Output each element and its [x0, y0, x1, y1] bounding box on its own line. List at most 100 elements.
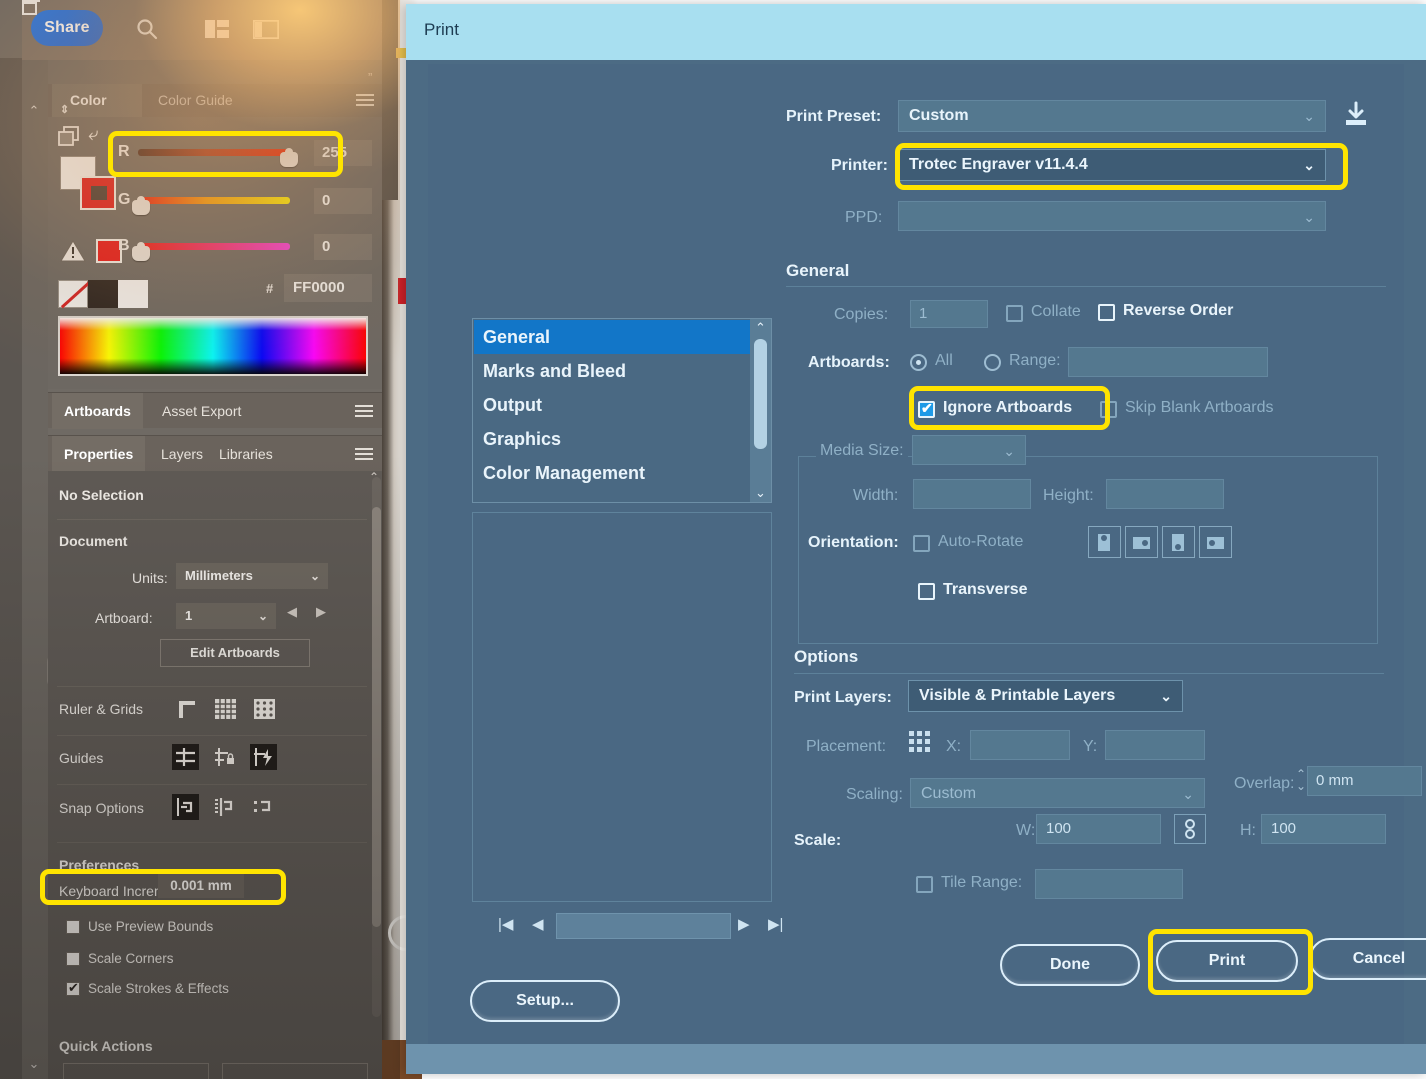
nav-scroll-thumb[interactable] — [754, 339, 767, 449]
lock-guides-icon[interactable] — [211, 744, 238, 770]
slider-track-r[interactable] — [138, 149, 290, 156]
share-button[interactable]: Share — [31, 10, 103, 46]
print-layers-select[interactable]: Visible & Printable Layers ⌄ — [908, 680, 1183, 712]
link-chain-icon[interactable] — [1174, 814, 1206, 844]
ruler-icon[interactable] — [173, 696, 200, 722]
scroll-up-icon[interactable]: ⌃ — [750, 319, 771, 337]
checkbox-box[interactable] — [66, 980, 80, 996]
radio-button[interactable] — [910, 354, 927, 371]
snap-to-grid-icon[interactable] — [172, 794, 199, 820]
tab-artboards[interactable]: Artboards — [52, 393, 143, 429]
out-of-gamut-warning-icon[interactable] — [60, 239, 86, 263]
artboard-select[interactable]: 1 ⌄ — [176, 603, 276, 629]
print-preset-select[interactable]: Custom ⌄ — [898, 100, 1326, 132]
nav-list-scrollbar[interactable]: ⌃ ⌄ — [750, 319, 771, 502]
checkbox-box[interactable] — [1006, 305, 1023, 322]
checkbox-box[interactable] — [918, 399, 935, 418]
next-page-icon[interactable]: ▶ — [738, 915, 750, 933]
setup-button[interactable]: Setup... — [470, 980, 620, 1022]
print-dialog-nav-list[interactable]: General Marks and Bleed Output Graphics … — [472, 318, 772, 503]
panel-right-icon[interactable] — [252, 19, 280, 43]
slider-value-b[interactable]: 0 — [314, 234, 372, 260]
artboards-range-input[interactable] — [1068, 347, 1268, 377]
snap-to-pixel-icon[interactable] — [250, 794, 277, 820]
white-swatch[interactable] — [118, 280, 148, 308]
checkbox-box[interactable] — [66, 952, 80, 966]
placement-grid-icon[interactable] — [908, 730, 934, 761]
prev-page-icon[interactable]: ◀ — [532, 915, 544, 933]
nav-item-general[interactable]: General — [474, 320, 752, 354]
tab-properties[interactable]: Properties — [52, 436, 146, 472]
edit-artboards-button[interactable]: Edit Artboards — [160, 639, 310, 667]
panel-layout-icon[interactable] — [205, 20, 229, 42]
artboard-next-icon[interactable]: ▶ — [316, 604, 326, 620]
scroll-down-icon[interactable]: ⌄ — [750, 484, 771, 502]
stepper-up-down-icon[interactable]: ⌃ ⌄ — [1296, 768, 1306, 792]
checkbox-box[interactable] — [1100, 401, 1117, 418]
tab-libraries[interactable]: Libraries — [207, 436, 285, 472]
cancel-button[interactable]: Cancel — [1309, 938, 1426, 980]
panel-collapse-down-icon[interactable]: ⌄ — [27, 1057, 41, 1070]
width-input[interactable] — [913, 479, 1031, 509]
landscape-right-icon[interactable] — [1199, 526, 1232, 558]
tab-layers[interactable]: Layers — [149, 436, 215, 472]
smart-guides-icon[interactable] — [250, 744, 277, 770]
artboard-prev-icon[interactable]: ◀ — [287, 604, 297, 620]
nav-item-color-management[interactable]: Color Management — [474, 456, 752, 490]
show-guides-icon[interactable] — [172, 744, 199, 770]
slider-track-b[interactable] — [138, 243, 290, 250]
nav-item-marks-and-bleed[interactable]: Marks and Bleed — [474, 354, 752, 388]
slider-track-g[interactable] — [138, 197, 290, 204]
print-preview-pane[interactable] — [472, 512, 772, 902]
panel-overflow-icon[interactable]: ” — [368, 70, 372, 85]
tab-asset-export[interactable]: Asset Export — [150, 393, 253, 429]
scale-h-input[interactable]: 100 — [1261, 814, 1386, 844]
properties-scroll-up-icon[interactable]: ⌃ — [369, 470, 379, 484]
ppd-select[interactable]: ⌄ — [898, 201, 1326, 231]
units-select[interactable]: Millimeters ⌄ — [176, 563, 328, 589]
none-swatch[interactable] — [58, 280, 88, 308]
landscape-left-icon[interactable] — [1125, 526, 1158, 558]
black-swatch[interactable] — [88, 280, 118, 308]
media-size-select[interactable]: ⌄ — [912, 435, 1026, 465]
first-page-icon[interactable]: |◀ — [498, 915, 513, 933]
swap-fill-stroke-icon[interactable]: ⤶ — [88, 124, 99, 146]
nav-item-graphics[interactable]: Graphics — [474, 422, 752, 456]
tab-color-guide[interactable]: Color Guide — [148, 84, 278, 117]
hex-input[interactable]: FF0000 — [284, 274, 372, 302]
save-preset-icon[interactable] — [1341, 100, 1371, 128]
nav-item-output[interactable]: Output — [474, 388, 752, 422]
slider-value-g[interactable]: 0 — [314, 188, 372, 214]
overlap-input[interactable]: ⌃ ⌄ 0 mm — [1296, 766, 1422, 796]
checkbox-box[interactable] — [1098, 304, 1115, 321]
quick-action-button-2[interactable] — [222, 1063, 368, 1079]
printer-select[interactable]: Trotec Engraver v11.4.4 ⌄ — [898, 149, 1326, 181]
quick-action-button-1[interactable] — [63, 1063, 209, 1079]
properties-scroll-thumb[interactable] — [372, 507, 381, 927]
search-icon[interactable] — [135, 17, 159, 41]
x-input[interactable] — [970, 730, 1070, 760]
properties-scrollbar[interactable]: ⌃ — [369, 470, 381, 1017]
keyboard-increment-input[interactable]: 0.001 mm — [158, 874, 244, 898]
portrait-up-icon[interactable] — [1088, 526, 1121, 558]
color-spectrum-bar[interactable] — [58, 316, 368, 376]
panel-collapse-up-icon[interactable]: ⌃ — [27, 104, 41, 117]
fill-swatch[interactable] — [80, 176, 116, 210]
height-input[interactable] — [1106, 479, 1224, 509]
portrait-down-icon[interactable] — [1162, 526, 1195, 558]
artboards-panel-menu-icon[interactable] — [355, 405, 373, 418]
print-button[interactable]: Print — [1156, 940, 1298, 982]
checkbox-box[interactable] — [916, 876, 933, 893]
maximize-icon[interactable] — [22, 2, 37, 15]
checkbox-box[interactable] — [66, 920, 80, 934]
last-page-icon[interactable]: ▶| — [768, 915, 783, 933]
slider-knob-g[interactable] — [132, 196, 150, 215]
checkbox-box[interactable] — [918, 583, 935, 600]
preview-page-field[interactable] — [556, 913, 731, 939]
scaling-select[interactable]: Custom ⌄ — [910, 778, 1205, 808]
copies-input[interactable]: 1 — [910, 300, 988, 328]
transparency-grid-icon[interactable] — [251, 696, 278, 722]
slider-value-r[interactable]: 255 — [314, 140, 372, 166]
slider-knob-b[interactable] — [132, 242, 150, 261]
fill-stroke-swatch-icon[interactable] — [58, 126, 80, 146]
